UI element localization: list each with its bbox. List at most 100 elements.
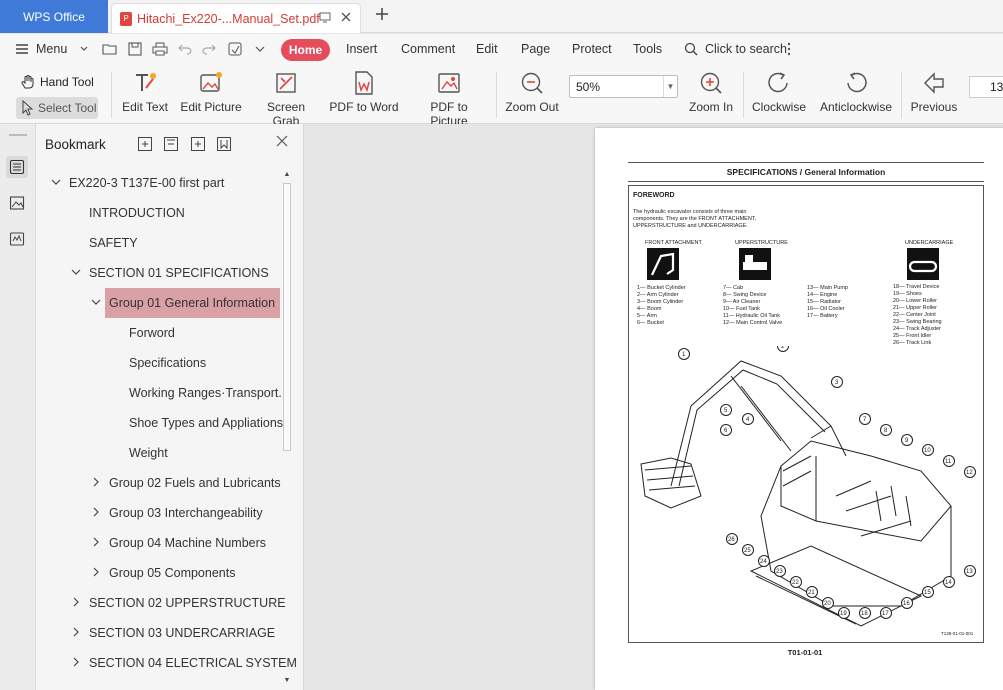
zoom-level-select[interactable]: 50% ▼ [569, 75, 678, 98]
chevron-right-icon[interactable] [90, 566, 102, 578]
tab-page[interactable]: Page [521, 42, 550, 56]
pdf-to-picture-button[interactable]: PDF to Picture [411, 70, 487, 128]
open-folder-icon[interactable] [102, 41, 118, 57]
tree-item-label: Specifications [129, 356, 207, 370]
chevron-down-icon[interactable] [90, 296, 102, 308]
edit-text-button[interactable]: Edit Text [120, 70, 170, 114]
zoom-in-button[interactable]: Zoom In [688, 70, 734, 114]
chevron-right-icon[interactable] [70, 596, 82, 608]
print-icon[interactable] [152, 41, 168, 57]
tree-item[interactable]: SECTION 04 ELECTRICAL SYSTEM [73, 648, 297, 678]
chevron-right-icon[interactable] [70, 656, 82, 668]
svg-text:26: 26 [728, 537, 735, 543]
tab-home[interactable]: Home [281, 39, 330, 61]
parts-list-item: 4— Boom [637, 306, 662, 312]
tab-tools[interactable]: Tools [633, 42, 662, 56]
hand-icon [21, 75, 34, 89]
svg-text:15: 15 [924, 590, 931, 596]
chevron-right-icon[interactable] [70, 626, 82, 638]
chevron-down-icon[interactable] [70, 266, 82, 278]
undo-icon[interactable] [177, 41, 193, 57]
chevron-right-icon[interactable] [90, 506, 102, 518]
document-viewport[interactable]: SPECIFICATIONS / General Information FOR… [304, 124, 1003, 690]
front-attachment-icon [647, 248, 679, 280]
tree-item[interactable]: SECTION 03 UNDERCARRIAGE [73, 618, 276, 648]
tree-item[interactable]: SECTION 02 UPPERSTRUCTURE [73, 588, 286, 618]
tree-item[interactable]: Specifications [129, 348, 206, 378]
tree-item[interactable]: Group 05 Components [93, 558, 235, 588]
more-commands-chevron-icon[interactable] [252, 41, 268, 57]
hamburger-icon[interactable] [14, 41, 30, 57]
select-tool-button[interactable]: Select Tool [16, 97, 98, 119]
chevron-down-icon[interactable]: ▼ [663, 76, 677, 97]
add-bookmark-icon[interactable] [190, 136, 206, 152]
tree-item[interactable]: Working Ranges·Transport... [129, 378, 289, 408]
tree-item[interactable]: INTRODUCTION [89, 198, 185, 228]
chevron-down-icon[interactable] [50, 176, 62, 188]
parts-list-item: 14— Engine [807, 292, 838, 298]
rotate-anticlockwise-button[interactable]: Anticlockwise [818, 70, 894, 114]
svg-text:14: 14 [945, 580, 952, 586]
app-tab-wps-office[interactable]: WPS Office [0, 0, 108, 33]
bookmark-scrollbar[interactable]: ▲ ▼ [281, 169, 293, 687]
svg-text:16: 16 [903, 601, 910, 607]
more-vertical-icon[interactable] [781, 41, 797, 57]
parts-list-item: 20— Lower Roller [893, 298, 938, 304]
menu-dropdown-chevron-icon[interactable] [76, 41, 92, 57]
restore-window-icon[interactable] [319, 11, 331, 26]
zoom-out-button[interactable]: Zoom Out [504, 70, 560, 114]
bookmark-options-icon[interactable] [216, 136, 232, 152]
tree-item[interactable]: EX220-3 T137E-00 first part [51, 168, 224, 198]
tree-item-selected[interactable]: Group 01 General Information [91, 288, 280, 318]
parts-list-item: 2— Arm Cylinder [637, 292, 679, 298]
tab-comment[interactable]: Comment [401, 42, 455, 56]
tree-item[interactable]: SECTION 01 SPECIFICATIONS [71, 258, 269, 288]
tree-item[interactable]: Weight [129, 438, 168, 468]
tree-item[interactable]: Group 03 Interchangeability [93, 498, 263, 528]
scroll-up-arrow-icon[interactable]: ▲ [281, 169, 293, 181]
chevron-right-icon[interactable] [90, 476, 102, 488]
close-tab-icon[interactable] [340, 11, 352, 26]
edit-picture-label: Edit Picture [180, 100, 242, 114]
parts-list-item: 6— Bucket [637, 320, 664, 326]
close-panel-icon[interactable] [276, 134, 288, 152]
export-icon[interactable] [227, 41, 243, 57]
document-tab[interactable]: P Hitachi_Ex220-...Manual_Set.pdf [111, 3, 361, 33]
tree-item[interactable]: SAFETY [89, 228, 138, 258]
screen-grab-button[interactable]: Screen Grab [254, 70, 318, 128]
screen-grab-icon [276, 73, 296, 93]
pdf-to-word-button[interactable]: PDF to Word [329, 70, 399, 114]
search-button[interactable]: Click to search [705, 42, 787, 56]
edit-picture-button[interactable]: Edit Picture [180, 70, 242, 114]
tree-item[interactable]: Forword [129, 318, 175, 348]
tab-protect[interactable]: Protect [572, 42, 612, 56]
bookmark-panel-icon[interactable] [6, 156, 28, 178]
chevron-right-icon[interactable] [90, 536, 102, 548]
rotate-clockwise-button[interactable]: Clockwise [750, 70, 808, 114]
parts-list-item: 11— Hydraulic Oil Tank [723, 313, 780, 319]
expand-all-icon[interactable] [137, 136, 153, 152]
tab-edit[interactable]: Edit [476, 42, 498, 56]
tab-insert[interactable]: Insert [346, 42, 377, 56]
save-icon[interactable] [127, 41, 143, 57]
svg-text:23: 23 [776, 569, 783, 575]
hand-tool-button[interactable]: Hand Tool [16, 72, 94, 92]
page-number-input[interactable]: 13 [969, 76, 1003, 98]
collapse-all-icon[interactable] [163, 136, 179, 152]
tree-item[interactable]: Shoe Types and Appliations [129, 408, 283, 438]
thumbnail-panel-icon[interactable] [6, 192, 28, 214]
redo-icon[interactable] [201, 41, 217, 57]
scroll-down-arrow-icon[interactable]: ▼ [281, 675, 293, 687]
tree-item[interactable]: Group 02 Fuels and Lubricants [93, 468, 281, 498]
parts-list-item: 8— Swing Device [723, 292, 767, 298]
ribbon-toolbar: Hand Tool Select Tool Edit Text Edit Pic… [0, 66, 1003, 128]
search-icon[interactable] [683, 41, 699, 57]
new-tab-plus-icon[interactable] [375, 5, 389, 27]
previous-page-button[interactable]: Previous [908, 70, 960, 114]
annotation-panel-icon[interactable] [6, 228, 28, 250]
select-tool-label: Select Tool [38, 101, 97, 115]
scrollbar-thumb[interactable] [283, 183, 291, 451]
menu-button[interactable]: Menu [36, 42, 67, 56]
tree-item[interactable]: Group 04 Machine Numbers [93, 528, 266, 558]
tree-item-label: SECTION 03 UNDERCARRIAGE [89, 626, 276, 640]
